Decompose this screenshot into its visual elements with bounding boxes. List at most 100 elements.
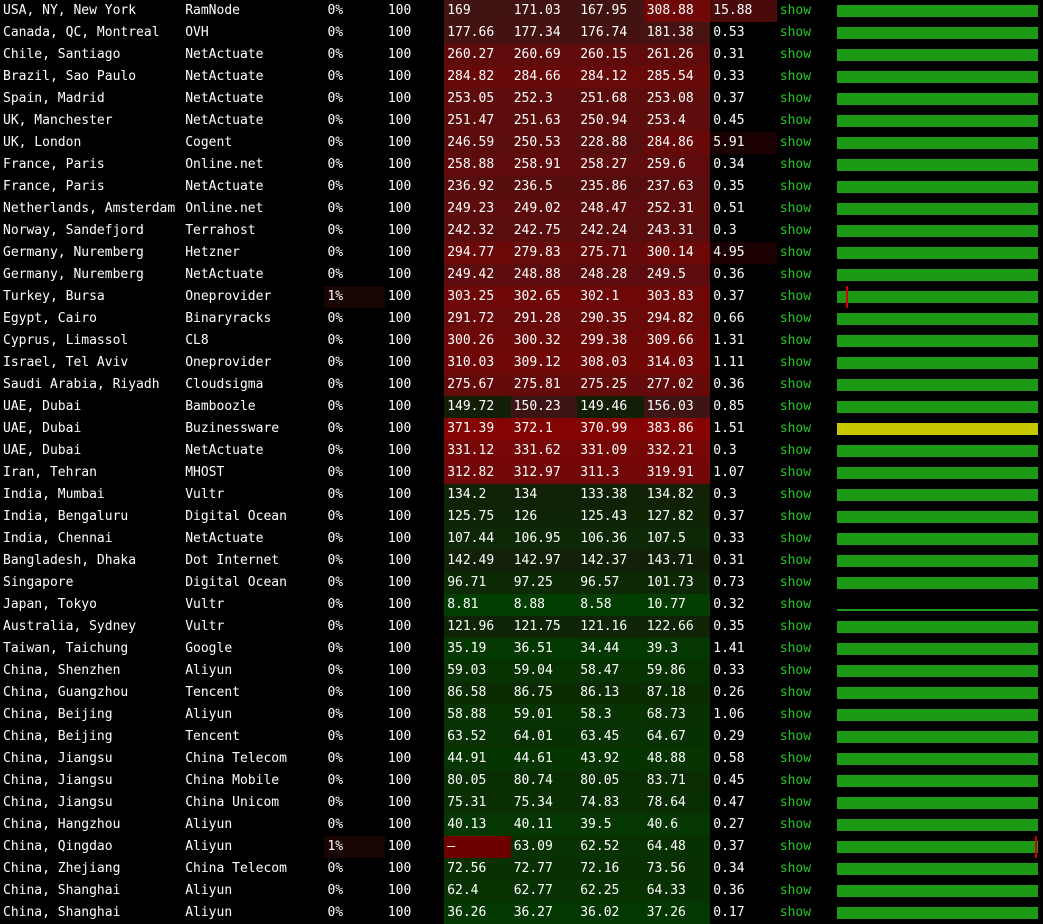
loss-cell: 0% bbox=[327, 113, 344, 128]
show-graph-link[interactable]: show bbox=[780, 289, 811, 304]
latency-graph-cell bbox=[837, 0, 1043, 22]
latency-bar bbox=[837, 335, 1039, 347]
show-graph-link[interactable]: show bbox=[780, 355, 811, 370]
sent-cell: 100 bbox=[387, 729, 412, 744]
show-graph-link[interactable]: show bbox=[780, 531, 811, 546]
show-graph-link[interactable]: show bbox=[780, 751, 811, 766]
latency-sparkline bbox=[837, 269, 1039, 281]
show-graph-link[interactable]: show bbox=[780, 553, 811, 568]
best-cell: 167.95 bbox=[577, 0, 644, 22]
show-graph-link[interactable]: show bbox=[780, 267, 811, 282]
stdev-cell: 0.47 bbox=[713, 795, 745, 810]
worst-cell: 285.54 bbox=[643, 66, 711, 88]
show-cell: show bbox=[777, 770, 837, 792]
show-graph-link[interactable]: show bbox=[780, 135, 811, 150]
show-graph-link[interactable]: show bbox=[780, 773, 811, 788]
show-graph-link[interactable]: show bbox=[780, 597, 811, 612]
latency-graph-cell bbox=[837, 792, 1043, 814]
latency-sparkline bbox=[837, 863, 1039, 875]
result-row: India, Chennai NetActuate 0% 100 107.44 … bbox=[0, 528, 1043, 550]
latency-bar bbox=[837, 159, 1039, 171]
avg-cell: 248.88 bbox=[510, 264, 578, 286]
sent-cell: 100 bbox=[387, 597, 412, 612]
show-graph-link[interactable]: show bbox=[780, 707, 811, 722]
latency-graph-cell bbox=[837, 506, 1043, 528]
show-graph-link[interactable]: show bbox=[780, 795, 811, 810]
latency-bar bbox=[837, 577, 1039, 589]
provider-cell: Terrahost bbox=[185, 223, 256, 238]
show-graph-link[interactable]: show bbox=[780, 69, 811, 84]
show-graph-link[interactable]: show bbox=[780, 883, 811, 898]
provider-cell: Aliyun bbox=[185, 839, 233, 854]
loss-cell: 0% bbox=[327, 311, 344, 326]
show-graph-link[interactable]: show bbox=[780, 113, 811, 128]
latency-bar bbox=[837, 71, 1039, 83]
best-cell: 86.13 bbox=[577, 682, 644, 704]
stdev-cell: 0.32 bbox=[713, 597, 745, 612]
show-graph-link[interactable]: show bbox=[780, 861, 811, 876]
best-cell: 58.47 bbox=[577, 660, 644, 682]
show-graph-link[interactable]: show bbox=[780, 619, 811, 634]
latency-graph-cell bbox=[837, 682, 1043, 704]
sent-cell: 100 bbox=[387, 267, 412, 282]
avg-cell: 86.75 bbox=[510, 682, 578, 704]
result-row: China, Guangzhou Tencent 0% 100 86.58 86… bbox=[0, 682, 1043, 704]
show-graph-link[interactable]: show bbox=[780, 487, 811, 502]
show-graph-link[interactable]: show bbox=[780, 421, 811, 436]
show-graph-link[interactable]: show bbox=[780, 839, 811, 854]
best-cell: 74.83 bbox=[577, 792, 644, 814]
location-cell: Germany, Nuremberg bbox=[3, 245, 144, 260]
show-graph-link[interactable]: show bbox=[780, 311, 811, 326]
latency-graph-cell bbox=[837, 440, 1043, 462]
worst-cell: 294.82 bbox=[643, 308, 711, 330]
last-cell: 142.49 bbox=[444, 550, 511, 572]
provider-cell: Cloudsigma bbox=[185, 377, 264, 392]
show-graph-link[interactable]: show bbox=[780, 465, 811, 480]
sent-cell: 100 bbox=[387, 487, 412, 502]
show-graph-link[interactable]: show bbox=[780, 575, 811, 590]
best-cell: 133.38 bbox=[577, 484, 644, 506]
show-graph-link[interactable]: show bbox=[780, 685, 811, 700]
show-graph-link[interactable]: show bbox=[780, 157, 811, 172]
stdev-cell: 5.91 bbox=[710, 132, 777, 154]
show-graph-link[interactable]: show bbox=[780, 509, 811, 524]
latency-bar bbox=[837, 489, 1039, 501]
show-graph-link[interactable]: show bbox=[780, 663, 811, 678]
sent-cell: 100 bbox=[387, 795, 412, 810]
latency-graph-cell bbox=[837, 66, 1043, 88]
latency-graph-cell bbox=[837, 308, 1043, 330]
show-graph-link[interactable]: show bbox=[780, 25, 811, 40]
show-graph-link[interactable]: show bbox=[780, 641, 811, 656]
show-graph-link[interactable]: show bbox=[780, 333, 811, 348]
provider-cell: China Mobile bbox=[185, 773, 280, 788]
provider-cell: CL8 bbox=[185, 333, 209, 348]
show-graph-link[interactable]: show bbox=[780, 3, 811, 18]
show-graph-link[interactable]: show bbox=[780, 905, 811, 920]
show-graph-link[interactable]: show bbox=[780, 223, 811, 238]
show-graph-link[interactable]: show bbox=[780, 179, 811, 194]
best-cell: 142.37 bbox=[577, 550, 644, 572]
best-cell: 308.03 bbox=[577, 352, 644, 374]
show-graph-link[interactable]: show bbox=[780, 399, 811, 414]
sent-cell: 100 bbox=[387, 69, 412, 84]
show-graph-link[interactable]: show bbox=[780, 47, 811, 62]
ping-results-table: USA, NY, New York RamNode 0% 100 169 171… bbox=[0, 0, 1043, 924]
latency-graph-cell bbox=[837, 44, 1043, 66]
provider-cell: OVH bbox=[185, 25, 209, 40]
show-graph-link[interactable]: show bbox=[780, 91, 811, 106]
sent-cell: 100 bbox=[387, 619, 412, 634]
show-graph-link[interactable]: show bbox=[780, 201, 811, 216]
best-cell: 258.27 bbox=[577, 154, 644, 176]
worst-cell: 39.3 bbox=[643, 638, 711, 660]
result-row: UAE, Dubai Buzinessware 0% 100 371.39 37… bbox=[0, 418, 1043, 440]
worst-cell: 181.38 bbox=[643, 22, 711, 44]
show-graph-link[interactable]: show bbox=[780, 443, 811, 458]
last-cell: 177.66 bbox=[444, 22, 511, 44]
show-graph-link[interactable]: show bbox=[780, 817, 811, 832]
last-cell: 260.27 bbox=[444, 44, 511, 66]
show-graph-link[interactable]: show bbox=[780, 729, 811, 744]
show-graph-link[interactable]: show bbox=[780, 377, 811, 392]
show-graph-link[interactable]: show bbox=[780, 245, 811, 260]
best-cell: 62.25 bbox=[577, 880, 644, 902]
latency-bar bbox=[837, 775, 1039, 787]
